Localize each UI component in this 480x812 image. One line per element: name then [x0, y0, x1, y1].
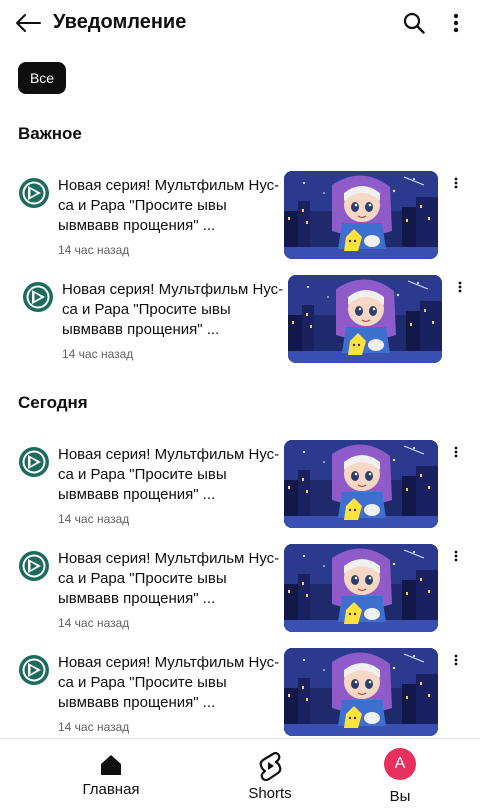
search-icon — [403, 12, 425, 34]
notification-title: Новая серия! Мультфильм Нус-са и Рара "П… — [62, 281, 284, 338]
bottom-navigation: Главная Shorts A Вы — [0, 738, 480, 812]
page-title: Уведомление — [53, 11, 187, 33]
channel-avatar-icon[interactable] — [22, 281, 54, 313]
notification-item[interactable]: Новая серия! Мультфильм Нус-са и Рара "П… — [18, 171, 480, 263]
video-thumbnail[interactable] — [284, 440, 438, 528]
filter-chip-all[interactable]: Все — [18, 62, 66, 94]
notification-menu-button[interactable] — [452, 277, 468, 297]
more-vert-icon — [454, 654, 458, 666]
channel-avatar-icon[interactable] — [18, 550, 50, 582]
arrow-left-icon — [16, 14, 41, 32]
more-vert-icon — [454, 177, 458, 189]
section-title-today: Сегодня — [18, 393, 88, 412]
notification-item[interactable]: Новая серия! Мультфильм Нус-са и Рара "П… — [18, 544, 480, 636]
video-thumbnail[interactable] — [288, 275, 442, 363]
more-options-button[interactable] — [445, 8, 467, 38]
nav-shorts-label: Shorts — [248, 785, 292, 802]
notification-time: 14 час назад — [58, 720, 130, 734]
notification-item[interactable]: Новая серия! Мультфильм Нус-са и Рара "П… — [18, 648, 480, 740]
shorts-icon — [259, 751, 282, 781]
notification-time: 14 час назад — [58, 243, 130, 257]
notification-time: 14 час назад — [58, 512, 130, 526]
video-thumbnail[interactable] — [284, 648, 438, 736]
nav-you[interactable]: A Вы — [374, 739, 426, 812]
section-title-important: Важное — [18, 124, 82, 143]
more-vert-icon — [458, 281, 462, 293]
more-vert-icon — [454, 550, 458, 562]
nav-home[interactable]: Главная — [70, 739, 152, 812]
notification-menu-button[interactable] — [448, 546, 464, 566]
nav-home-label: Главная — [82, 781, 140, 798]
avatar: A — [384, 748, 416, 780]
channel-avatar-icon[interactable] — [18, 446, 50, 478]
channel-avatar-icon[interactable] — [18, 177, 50, 209]
back-button[interactable] — [12, 8, 44, 38]
notification-time: 14 час назад — [62, 347, 134, 361]
nav-you-label: Вы — [389, 788, 411, 805]
search-button[interactable] — [400, 8, 428, 38]
notification-item[interactable]: Новая серия! Мультфильм Нус-са и Рара "П… — [22, 275, 480, 367]
notification-title: Новая серия! Мультфильм Нус-са и Рара "П… — [58, 550, 280, 607]
notification-item[interactable]: Новая серия! Мультфильм Нус-са и Рара "П… — [18, 440, 480, 532]
notification-title: Новая серия! Мультфильм Нус-са и Рара "П… — [58, 177, 280, 234]
notification-menu-button[interactable] — [448, 442, 464, 462]
more-vert-icon — [454, 446, 458, 458]
nav-shorts[interactable]: Shorts — [230, 739, 310, 812]
video-thumbnail[interactable] — [284, 544, 438, 632]
top-app-bar: Уведомление — [0, 0, 480, 46]
notification-time: 14 час назад — [58, 616, 130, 630]
video-thumbnail[interactable] — [284, 171, 438, 259]
more-vert-icon — [453, 13, 459, 33]
home-icon — [101, 755, 121, 775]
notification-menu-button[interactable] — [448, 173, 464, 193]
channel-avatar-icon[interactable] — [18, 654, 50, 686]
notification-title: Новая серия! Мультфильм Нус-са и Рара "П… — [58, 654, 280, 711]
notification-title: Новая серия! Мультфильм Нус-са и Рара "П… — [58, 446, 280, 503]
notification-menu-button[interactable] — [448, 650, 464, 670]
